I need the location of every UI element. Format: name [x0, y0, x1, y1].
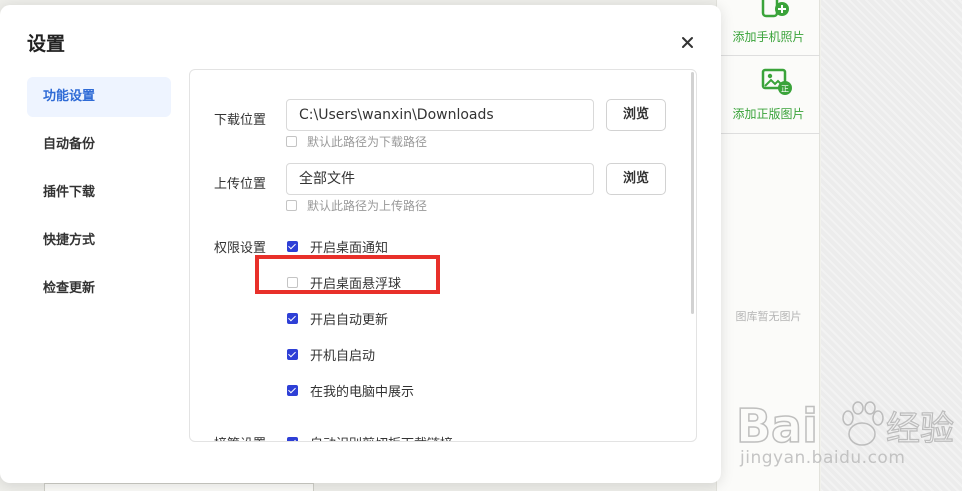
- takeover-label: 接管设置: [214, 433, 266, 441]
- close-icon: [682, 37, 693, 48]
- checkbox-checked[interactable]: [287, 385, 298, 396]
- licensed-image-icon: 正: [761, 68, 793, 102]
- settings-nav: 功能设置 自动备份 插件下载 快捷方式 检查更新: [27, 77, 171, 317]
- download-default-checkbox[interactable]: 默认此路径为下载路径: [286, 133, 427, 150]
- settings-content: 下载位置 C:\Users\wanxin\Downloads 浏览 默认此路径为…: [189, 69, 697, 442]
- upload-default-checkbox[interactable]: 默认此路径为上传路径: [286, 197, 427, 214]
- add-phone-photo-label: 添加手机照片: [732, 30, 805, 44]
- permission-show-in-my-computer[interactable]: 在我的电脑中展示: [287, 381, 414, 400]
- nav-item-shortcut[interactable]: 快捷方式: [27, 221, 171, 261]
- checkbox-checked[interactable]: [287, 313, 298, 324]
- permission-label: 开启自动更新: [310, 313, 389, 328]
- nav-item-plugin-download[interactable]: 插件下载: [27, 173, 171, 213]
- permission-label: 在我的电脑中展示: [310, 385, 415, 400]
- watermark-suffix: 经验: [886, 409, 954, 449]
- add-licensed-image-button[interactable]: 正 添加正版图片: [717, 56, 820, 134]
- gallery-empty-text: 图库暂无图片: [735, 310, 802, 323]
- paw-icon: [842, 401, 884, 446]
- phone-add-icon: [761, 0, 791, 24]
- permission-label: 开机自启动: [310, 349, 376, 364]
- svg-text:正: 正: [781, 85, 789, 94]
- download-default-label: 默认此路径为下载路径: [307, 135, 428, 149]
- upload-location-label: 上传位置: [214, 177, 267, 192]
- upload-default-label: 默认此路径为上传路径: [307, 199, 428, 213]
- upload-browse-button[interactable]: 浏览: [606, 163, 666, 195]
- add-licensed-image-label: 添加正版图片: [732, 107, 805, 121]
- nav-item-auto-backup[interactable]: 自动备份: [27, 125, 171, 165]
- checkbox-checked[interactable]: [287, 349, 298, 360]
- download-path-input[interactable]: C:\Users\wanxin\Downloads: [286, 99, 594, 131]
- watermark-url: jingyan.baidu.com: [740, 448, 906, 468]
- permission-desktop-notification[interactable]: 开启桌面通知: [287, 237, 388, 256]
- watermark-brand: Bai: [736, 399, 818, 453]
- permission-label: 开启桌面通知: [310, 241, 389, 256]
- add-phone-photo-button[interactable]: 添加手机照片: [717, 0, 820, 56]
- checkbox-checked[interactable]: [287, 437, 298, 441]
- settings-dialog: 设置 功能设置 自动备份 插件下载 快捷方式 检查更新 下载位置 C:\User…: [0, 5, 721, 483]
- checkbox-checked[interactable]: [287, 241, 298, 252]
- dialog-title: 设置: [27, 33, 66, 55]
- permission-auto-update[interactable]: 开启自动更新: [287, 309, 388, 328]
- checkbox-unchecked[interactable]: [287, 277, 298, 288]
- nav-item-check-update[interactable]: 检查更新: [27, 269, 171, 309]
- permission-label: 开启桌面悬浮球: [310, 277, 402, 292]
- checkbox-box[interactable]: [286, 200, 297, 211]
- nav-item-feature-settings[interactable]: 功能设置: [27, 77, 171, 117]
- scrollbar-thumb[interactable]: [691, 72, 694, 314]
- permission-auto-start[interactable]: 开机自启动: [287, 345, 375, 364]
- download-location-label: 下载位置: [214, 113, 267, 128]
- upload-path-input[interactable]: 全部文件: [286, 163, 594, 195]
- close-button[interactable]: [676, 31, 698, 53]
- permissions-label: 权限设置: [214, 241, 267, 256]
- takeover-clipboard-detect[interactable]: 自动识别剪切板下载链接: [287, 433, 453, 441]
- takeover-item-label: 自动识别剪切板下载链接: [310, 433, 453, 441]
- checkbox-box[interactable]: [286, 136, 297, 147]
- background-input-edge: [44, 483, 314, 491]
- download-browse-button[interactable]: 浏览: [606, 99, 666, 131]
- permission-floating-ball[interactable]: 开启桌面悬浮球: [287, 273, 401, 292]
